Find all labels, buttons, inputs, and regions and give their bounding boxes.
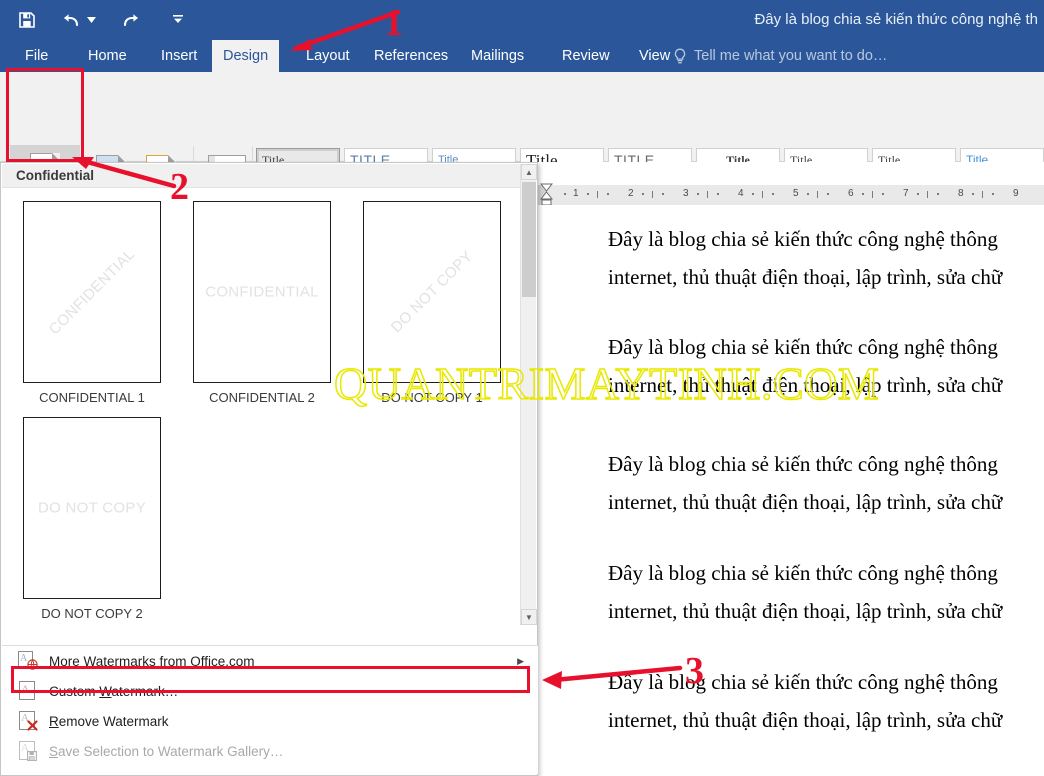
watermark-item-caption: DO NOT COPY 2 <box>41 606 143 621</box>
window-title: Đây là blog chia sẻ kiến thức công nghệ … <box>754 11 1038 28</box>
document-page[interactable]: Đây là blog chia sẻ kiến thức công nghệ … <box>480 205 1044 776</box>
indent-marker-handle[interactable] <box>539 183 554 207</box>
annotation-box-watermark-button <box>6 68 84 162</box>
annotation-box-custom-watermark <box>11 666 530 693</box>
ruler-tick-label: 5 <box>793 188 799 199</box>
watermark-preview-text: CONFIDENTIAL <box>45 245 139 339</box>
doc-paragraph-line: internet, thủ thuật điện thoại, lập trìn… <box>608 599 1003 623</box>
watermark-preview-text: CONFIDENTIAL <box>205 283 319 301</box>
watermark-thumbnail: DO NOT COPY <box>23 417 161 599</box>
ruler-tick-label: 9 <box>1013 188 1019 199</box>
doc-paragraph-line: internet, thủ thuật điện thoại, lập trìn… <box>608 373 1003 397</box>
tell-me-search-input[interactable]: Tell me what you want to do… <box>694 40 887 72</box>
menu-item-label: ave Selection to Watermark Gallery… <box>58 743 284 759</box>
doc-paragraph-line: internet, thủ thuật điện thoại, lập trìn… <box>608 708 1003 732</box>
watermark-item-caption: DO NOT COPY 1 <box>381 390 483 405</box>
watermark-item-caption: CONFIDENTIAL 1 <box>39 390 145 405</box>
ruler-tick-label: 7 <box>903 188 909 199</box>
doc-paragraph-line: Đây là blog chia sẻ kiến thức công nghệ … <box>608 227 998 251</box>
undo-dropdown-icon[interactable] <box>84 7 98 33</box>
tab-review[interactable]: Review <box>551 40 621 72</box>
redo-icon[interactable] <box>118 7 144 33</box>
menu-item-remove-watermark[interactable]: A Remove Watermark <box>2 706 538 736</box>
ruler-tick-label: 8 <box>958 188 964 199</box>
watermark-item-confidential-2[interactable]: CONFIDENTIAL CONFIDENTIAL 2 <box>182 201 342 405</box>
doc-paragraph-line: internet, thủ thuật điện thoại, lập trìn… <box>608 265 1003 289</box>
save-icon[interactable] <box>14 7 40 33</box>
menu-item-save-selection-to-watermark-gallery: A Save Selection to Watermark Gallery… <box>2 736 538 766</box>
watermark-command-list: A More Watermarks from Office.com ▶ A Cu… <box>2 645 538 774</box>
tab-mailings[interactable]: Mailings <box>460 40 535 72</box>
tab-layout[interactable]: Layout <box>295 40 361 72</box>
tab-design[interactable]: Design <box>212 40 280 72</box>
undo-icon[interactable] <box>58 7 84 33</box>
horizontal-ruler[interactable]: 1 1 2 3 4 5 6 7 8 9 <box>480 183 1044 207</box>
ribbon-tab-strip: File Home Insert Design Layout Reference… <box>0 40 1044 72</box>
annotation-number-1: 1 <box>384 2 403 44</box>
watermark-thumbnail: CONFIDENTIAL <box>193 201 331 383</box>
tab-insert[interactable]: Insert <box>150 40 208 72</box>
watermark-gallery-group-header: Confidential <box>2 164 521 188</box>
doc-paragraph-line: Đây là blog chia sẻ kiến thức công nghệ … <box>608 670 998 694</box>
scroll-down-icon[interactable]: ▼ <box>521 609 537 625</box>
chevron-right-icon: ▶ <box>517 655 524 666</box>
scrollbar-thumb[interactable] <box>522 182 536 297</box>
menu-item-label: emove Watermark <box>58 713 169 729</box>
scroll-up-icon[interactable]: ▲ <box>521 164 537 180</box>
lightbulb-icon <box>672 48 688 65</box>
tab-home[interactable]: Home <box>77 40 138 72</box>
watermark-thumbnail: CONFIDENTIAL <box>23 201 161 383</box>
menu-accelerator: R <box>49 713 59 729</box>
menu-accelerator: S <box>49 743 59 759</box>
watermark-item-confidential-1[interactable]: CONFIDENTIAL CONFIDENTIAL 1 <box>12 201 172 405</box>
annotation-number-2: 2 <box>170 166 189 208</box>
title-bar: Đây là blog chia sẻ kiến thức công nghệ … <box>0 0 1044 40</box>
ruler-tick-label: 1 <box>573 188 579 199</box>
ruler-tick-label: 6 <box>848 188 854 199</box>
ruler-tick-label: 2 <box>628 188 634 199</box>
customize-quick-access-toolbar-icon[interactable] <box>165 7 191 33</box>
remove-watermark-icon: A <box>16 710 40 732</box>
doc-paragraph-line: internet, thủ thuật điện thoại, lập trìn… <box>608 490 1003 514</box>
watermark-gallery-scrollbar[interactable]: ▲ ▼ <box>520 164 537 625</box>
watermark-item-do-not-copy-1[interactable]: DO NOT COPY DO NOT COPY 1 <box>352 201 512 405</box>
save-watermark-icon: A <box>16 740 40 762</box>
watermark-preview-text: DO NOT COPY <box>387 247 477 337</box>
ribbon: A Watermark ▾ Page Color▾ Page Borders <box>0 72 1044 231</box>
doc-paragraph-line: Đây là blog chia sẻ kiến thức công nghệ … <box>608 335 998 359</box>
annotation-number-3: 3 <box>685 650 704 692</box>
watermark-thumbnail: DO NOT COPY <box>363 201 501 383</box>
ruler-tick-label: 4 <box>738 188 744 199</box>
tab-references[interactable]: References <box>363 40 459 72</box>
watermark-item-caption: CONFIDENTIAL 2 <box>209 390 315 405</box>
watermark-item-do-not-copy-2[interactable]: DO NOT COPY DO NOT COPY 2 <box>12 417 172 621</box>
doc-paragraph-line: Đây là blog chia sẻ kiến thức công nghệ … <box>608 452 998 476</box>
watermark-preview-text: DO NOT COPY <box>37 499 147 517</box>
ruler-tick-label: 3 <box>683 188 689 199</box>
doc-paragraph-line: Đây là blog chia sẻ kiến thức công nghệ … <box>608 561 998 585</box>
